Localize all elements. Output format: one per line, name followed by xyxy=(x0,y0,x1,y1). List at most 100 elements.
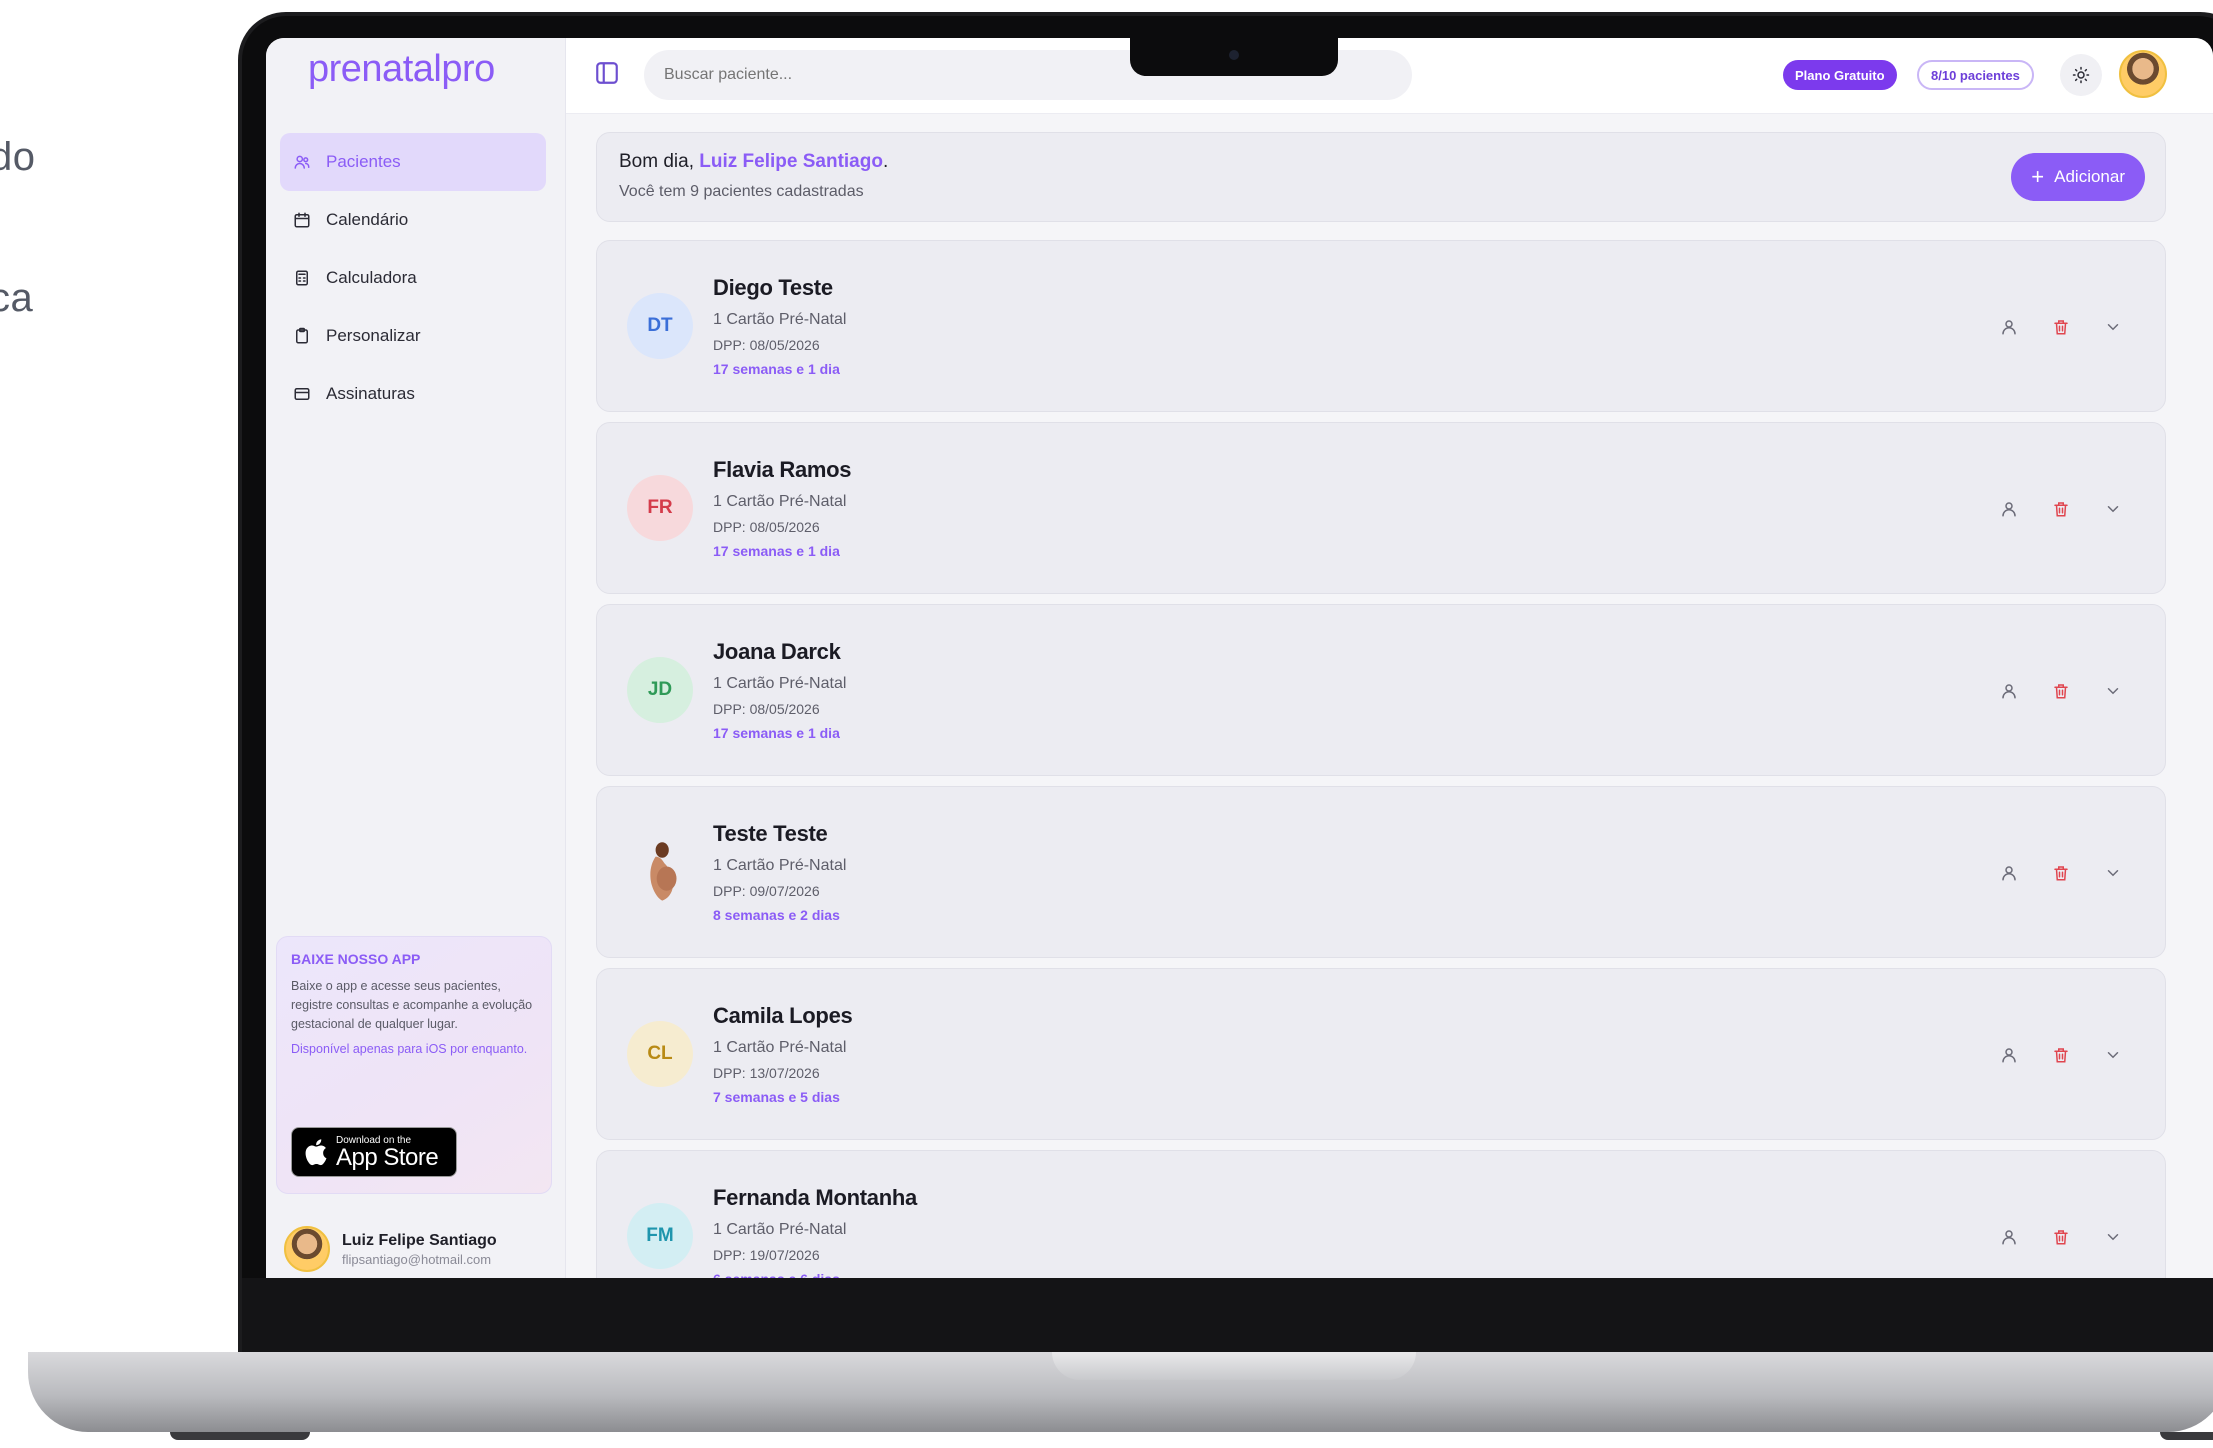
patient-name[interactable]: Flavia Ramos xyxy=(713,457,852,483)
sidebar-item-pacientes[interactable]: Pacientes xyxy=(280,133,546,191)
add-patient-button[interactable]: + Adicionar xyxy=(2011,153,2145,201)
user-email: flipsantiago@hotmail.com xyxy=(342,1251,492,1267)
patient-card[interactable]: CL Camila Lopes 1 Cartão Pré-Natal DPP: … xyxy=(596,968,2166,1140)
patient-card[interactable]: Teste Teste 1 Cartão Pré-Natal DPP: 09/0… xyxy=(596,786,2166,958)
patient-actions xyxy=(1969,497,2125,521)
user-profile-icon[interactable] xyxy=(1997,679,2021,703)
delete-icon[interactable] xyxy=(2049,1043,2073,1067)
chevron-down-icon[interactable] xyxy=(2101,1225,2125,1249)
user-profile-icon[interactable] xyxy=(1997,497,2021,521)
plan-badge[interactable]: Plano Gratuito xyxy=(1783,60,1897,90)
patient-info: Diego Teste 1 Cartão Pré-Natal DPP: 08/0… xyxy=(713,275,846,377)
patient-name[interactable]: Diego Teste xyxy=(713,275,846,301)
patient-actions xyxy=(1969,679,2125,703)
app-screen: prenatalpro Pacientes Calendário Calcula… xyxy=(266,38,2213,1278)
patient-info: Flavia Ramos 1 Cartão Pré-Natal DPP: 08/… xyxy=(713,457,852,559)
greeting-name: Luiz Felipe Santiago xyxy=(699,151,883,172)
patient-count-badge: 8/10 pacientes xyxy=(1917,60,2034,90)
patient-gestational-age: 17 semanas e 1 dia xyxy=(713,725,840,741)
patient-info: Joana Darck 1 Cartão Pré-Natal DPP: 08/0… xyxy=(713,639,846,741)
app-card-note: Disponível apenas para iOS por enquanto. xyxy=(291,1042,528,1056)
sidebar-item-calculadora[interactable]: Calculadora xyxy=(280,249,546,307)
app-store-big-text: App Store xyxy=(336,1143,439,1171)
sun-icon xyxy=(2072,66,2090,84)
sidebar-item-label: Pacientes xyxy=(326,152,401,171)
patient-name[interactable]: Teste Teste xyxy=(713,821,846,847)
main-content: Bom dia, Luiz Felipe Santiago. Você tem … xyxy=(566,114,2213,1278)
delete-icon[interactable] xyxy=(2049,1225,2073,1249)
sidebar-nav: Pacientes Calendário Calculadora Persona… xyxy=(280,133,546,423)
patient-card[interactable]: JD Joana Darck 1 Cartão Pré-Natal DPP: 0… xyxy=(596,604,2166,776)
app-logo[interactable]: prenatalpro xyxy=(308,48,495,91)
user-profile-icon[interactable] xyxy=(1997,315,2021,339)
patient-cards-count: 1 Cartão Pré-Natal xyxy=(713,493,847,510)
delete-icon[interactable] xyxy=(2049,861,2073,885)
patient-dpp: DPP: 09/07/2026 xyxy=(713,883,820,899)
app-store-button[interactable]: Download on the App Store xyxy=(291,1127,457,1177)
patient-card[interactable]: FM Fernanda Montanha 1 Cartão Pré-Natal … xyxy=(596,1150,2166,1278)
patient-initials: FM xyxy=(646,1225,674,1246)
patient-gestational-age: 17 semanas e 1 dia xyxy=(713,361,840,377)
stage: do ca prenatalpro Pacientes Calendário C… xyxy=(0,0,2213,1448)
greeting-prefix: Bom dia, xyxy=(619,151,700,172)
patient-info: Camila Lopes 1 Cartão Pré-Natal DPP: 13/… xyxy=(713,1003,853,1105)
patient-initials: CL xyxy=(647,1043,673,1064)
side-text-line1: do xyxy=(0,135,36,179)
patient-dpp: DPP: 13/07/2026 xyxy=(713,1065,820,1081)
patient-cards-count: 1 Cartão Pré-Natal xyxy=(713,857,847,874)
laptop-foot-right xyxy=(2160,1432,2213,1440)
delete-icon[interactable] xyxy=(2049,497,2073,521)
chevron-down-icon[interactable] xyxy=(2101,497,2125,521)
sidebar-item-personalizar[interactable]: Personalizar xyxy=(280,307,546,365)
top-bar: Plano Gratuito 8/10 pacientes xyxy=(566,38,2213,114)
user-profile-icon[interactable] xyxy=(1997,1043,2021,1067)
patient-cards-count: 1 Cartão Pré-Natal xyxy=(713,1221,847,1238)
add-button-label: Adicionar xyxy=(2054,167,2125,186)
user-name: Luiz Felipe Santiago xyxy=(342,1231,497,1249)
patient-initials: DT xyxy=(647,315,673,336)
patient-cards-count: 1 Cartão Pré-Natal xyxy=(713,1039,847,1056)
patient-actions xyxy=(1969,861,2125,885)
patient-name[interactable]: Camila Lopes xyxy=(713,1003,853,1029)
sidebar-item-calendario[interactable]: Calendário xyxy=(280,191,546,249)
delete-icon[interactable] xyxy=(2049,679,2073,703)
patient-info: Fernanda Montanha 1 Cartão Pré-Natal DPP… xyxy=(713,1185,917,1278)
chevron-down-icon[interactable] xyxy=(2101,1043,2125,1067)
chevron-down-icon[interactable] xyxy=(2101,315,2125,339)
patient-card[interactable]: FR Flavia Ramos 1 Cartão Pré-Natal DPP: … xyxy=(596,422,2166,594)
patient-card[interactable]: DT Diego Teste 1 Cartão Pré-Natal DPP: 0… xyxy=(596,240,2166,412)
chevron-down-icon[interactable] xyxy=(2101,861,2125,885)
patient-avatar: FM xyxy=(627,1203,693,1269)
patient-actions xyxy=(1969,1043,2125,1067)
theme-toggle-button[interactable] xyxy=(2060,54,2102,96)
chevron-down-icon[interactable] xyxy=(2101,679,2125,703)
patient-gestational-age: 17 semanas e 1 dia xyxy=(713,543,840,559)
patient-gestational-age: 7 semanas e 5 dias xyxy=(713,1089,840,1105)
avatar xyxy=(284,1226,330,1272)
user-avatar[interactable] xyxy=(2119,50,2167,98)
app-card-text: Baixe o app e acesse seus pacientes, reg… xyxy=(291,979,533,1031)
patient-gestational-age: 6 semanas e 6 dias xyxy=(713,1271,917,1278)
patient-name[interactable]: Joana Darck xyxy=(713,639,846,665)
sidebar-item-assinaturas[interactable]: Assinaturas xyxy=(280,365,546,423)
patient-dpp: DPP: 19/07/2026 xyxy=(713,1247,820,1263)
patient-actions xyxy=(1969,315,2125,339)
sidebar: prenatalpro Pacientes Calendário Calcula… xyxy=(266,38,566,1278)
sidebar-toggle-icon[interactable] xyxy=(594,60,620,86)
patient-cards-count: 1 Cartão Pré-Natal xyxy=(713,311,847,328)
greeting-banner: Bom dia, Luiz Felipe Santiago. Você tem … xyxy=(596,132,2166,222)
user-profile-icon[interactable] xyxy=(1997,861,2021,885)
patient-dpp: DPP: 08/05/2026 xyxy=(713,519,820,535)
user-profile-icon[interactable] xyxy=(1997,1225,2021,1249)
laptop-foot-left xyxy=(170,1432,310,1440)
sidebar-user[interactable]: Luiz Felipe Santiago flipsantiago@hotmai… xyxy=(284,1226,497,1272)
apple-icon xyxy=(305,1139,327,1166)
patient-name[interactable]: Fernanda Montanha xyxy=(713,1185,917,1211)
sidebar-item-label: Calculadora xyxy=(326,268,417,287)
delete-icon[interactable] xyxy=(2049,315,2073,339)
clipboard-icon xyxy=(292,326,312,346)
download-app-card: BAIXE NOSSO APP Baixe o app e acesse seu… xyxy=(276,936,552,1194)
patient-avatar: JD xyxy=(627,657,693,723)
patient-avatar: DT xyxy=(627,293,693,359)
sidebar-item-label: Calendário xyxy=(326,210,409,229)
